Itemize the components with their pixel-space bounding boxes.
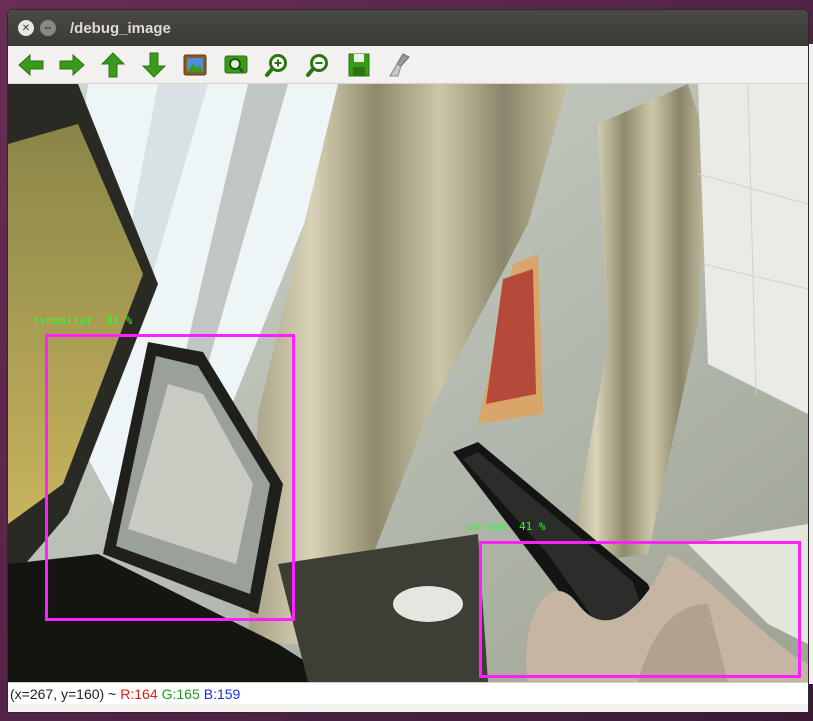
detection-label-tvmonitor: tvmonitor 41 %: [33, 314, 133, 327]
arrow-right-icon: [59, 53, 85, 76]
status-bar: (x=267, y=160) ~ R:164 G:165 B:159: [8, 682, 808, 704]
pan-left-button[interactable]: [14, 50, 48, 80]
pixel-green-value: G:165: [161, 685, 200, 702]
window-title: /debug_image: [70, 19, 171, 37]
camera-image[interactable]: tvmonitor 41 % person 41 %: [8, 84, 808, 682]
detection-label-person: person 41 %: [466, 520, 546, 533]
toolbar: [8, 46, 808, 84]
original-size-button[interactable]: [178, 50, 212, 80]
zoom-fit-button[interactable]: [219, 50, 253, 80]
clear-button[interactable]: [383, 50, 417, 80]
zoom-fit-icon: [224, 55, 248, 73]
close-icon: ✕: [21, 22, 31, 34]
image-icon: [183, 54, 207, 75]
cursor-coordinates: (x=267, y=160) ~: [10, 685, 117, 702]
arrow-down-icon: [141, 52, 167, 78]
minimize-window-button[interactable]: −: [40, 20, 56, 36]
minimize-icon: −: [43, 22, 53, 34]
pan-down-button[interactable]: [137, 50, 171, 80]
zoom-out-button[interactable]: [301, 50, 335, 80]
pixel-blue-value: B:159: [203, 685, 241, 702]
detection-box-person: [479, 541, 801, 678]
zoom-out-icon: [306, 53, 328, 77]
zoom-in-icon: [265, 53, 287, 77]
pan-right-button[interactable]: [55, 50, 89, 80]
detection-box-tvmonitor: [45, 334, 295, 621]
pixel-red-value: R:164: [120, 685, 158, 702]
title-bar[interactable]: ✕ − /debug_image: [8, 10, 808, 46]
save-image-button[interactable]: [342, 50, 376, 80]
save-icon: [348, 53, 370, 76]
pan-up-button[interactable]: [96, 50, 130, 80]
brush-icon: [389, 52, 410, 76]
arrow-up-icon: [100, 51, 126, 77]
arrow-left-icon: [18, 53, 44, 76]
zoom-in-button[interactable]: [260, 50, 294, 80]
close-window-button[interactable]: ✕: [18, 20, 34, 36]
image-view-window: ✕ − /debug_image tvmonitor 41 % person 4…: [8, 10, 808, 712]
